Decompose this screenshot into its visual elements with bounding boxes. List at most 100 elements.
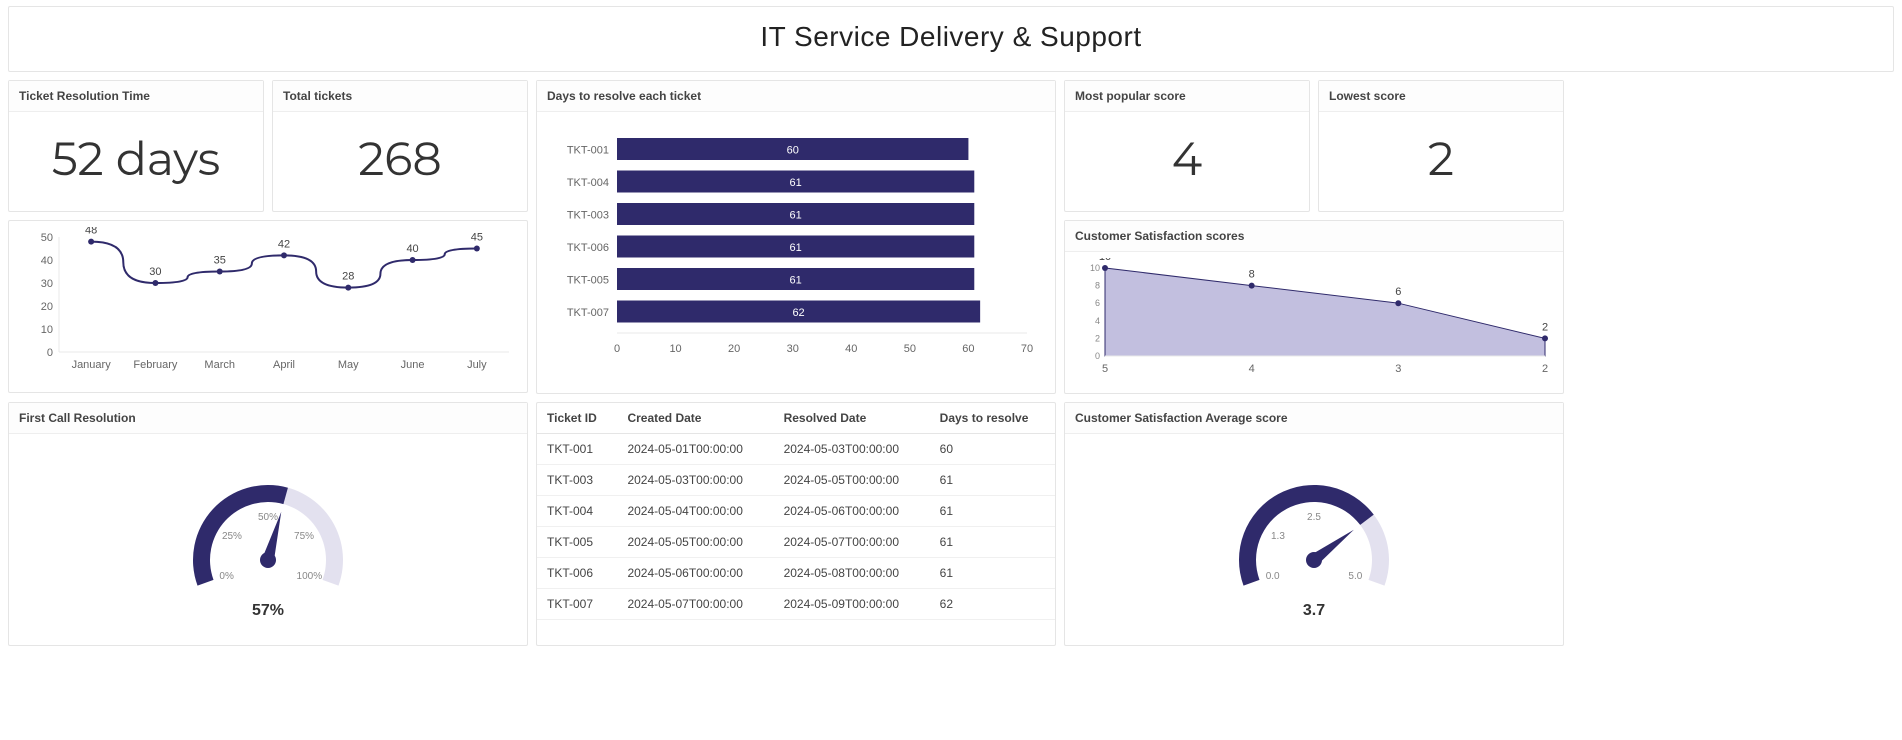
svg-text:28: 28 — [342, 271, 354, 283]
chart-title: Customer Satisfaction Average score — [1065, 403, 1563, 434]
svg-text:2: 2 — [1095, 333, 1100, 343]
table-header: Ticket ID — [537, 403, 617, 434]
chart-satisfaction-area: Customer Satisfaction scores 0 2 4 6 8 1010 5 8… — [1064, 220, 1564, 394]
table-row: TKT-0052024-05-05T00:00:002024-05-07T00:… — [537, 527, 1055, 558]
svg-text:61: 61 — [790, 209, 802, 221]
chart-title: Customer Satisfaction scores — [1065, 221, 1563, 252]
chart-monthly-line: 0 10 20 30 40 50 48 January 30 February 35 March 42 A… — [8, 220, 528, 393]
svg-text:60: 60 — [787, 144, 799, 156]
svg-text:TKT-001: TKT-001 — [567, 144, 609, 156]
svg-text:57%: 57% — [252, 602, 284, 619]
kpi-popular-score: Most popular score 4 — [1064, 80, 1310, 212]
svg-text:0.0: 0.0 — [1266, 571, 1280, 582]
svg-text:42: 42 — [278, 238, 290, 250]
svg-text:20: 20 — [41, 301, 53, 313]
kpi-value: 2 — [1319, 112, 1563, 211]
svg-text:30: 30 — [787, 343, 799, 355]
svg-text:40: 40 — [41, 255, 53, 267]
kpi-value: 4 — [1065, 112, 1309, 211]
svg-text:75%: 75% — [294, 531, 314, 542]
chart-fcr-gauge: First Call Resolution 0% 25% 50% 75% 100% 57% — [8, 402, 528, 646]
svg-text:40: 40 — [406, 243, 418, 255]
table-header: Resolved Date — [774, 403, 930, 434]
svg-text:40: 40 — [845, 343, 857, 355]
svg-text:March: March — [204, 359, 235, 371]
svg-text:3: 3 — [1395, 363, 1401, 375]
table-row: TKT-0012024-05-01T00:00:002024-05-03T00:… — [537, 434, 1055, 465]
svg-text:10: 10 — [1090, 263, 1100, 273]
svg-text:70: 70 — [1021, 343, 1033, 355]
dashboard-grid: Ticket Resolution Time 52 days Total tic… — [8, 80, 1894, 646]
svg-text:May: May — [338, 359, 359, 371]
kpi-title: Lowest score — [1319, 81, 1563, 112]
svg-text:April: April — [273, 359, 295, 371]
svg-text:45: 45 — [471, 232, 483, 244]
table-header: Created Date — [617, 403, 773, 434]
svg-text:61: 61 — [790, 274, 802, 286]
svg-text:50%: 50% — [258, 512, 278, 523]
kpi-title: Ticket Resolution Time — [9, 81, 263, 112]
table-row: TKT-0042024-05-04T00:00:002024-05-06T00:… — [537, 496, 1055, 527]
svg-text:35: 35 — [214, 255, 226, 267]
svg-text:100%: 100% — [297, 571, 323, 582]
svg-text:0: 0 — [614, 343, 620, 355]
svg-text:TKT-007: TKT-007 — [567, 307, 609, 319]
svg-text:TKT-005: TKT-005 — [567, 274, 609, 286]
chart-title: First Call Resolution — [9, 403, 527, 434]
chart-avg-score-gauge: Customer Satisfaction Average score 0.01… — [1064, 402, 1564, 646]
kpi-total-tickets: Total tickets 268 — [272, 80, 528, 212]
table-row: TKT-0072024-05-07T00:00:002024-05-09T00:… — [537, 589, 1055, 620]
svg-text:TKT-004: TKT-004 — [567, 177, 609, 189]
svg-text:June: June — [401, 359, 425, 371]
svg-text:60: 60 — [962, 343, 974, 355]
svg-text:0: 0 — [47, 347, 53, 359]
svg-text:2: 2 — [1542, 363, 1548, 375]
table-row: TKT-0032024-05-03T00:00:002024-05-05T00:… — [537, 465, 1055, 496]
svg-text:TKT-006: TKT-006 — [567, 242, 609, 254]
kpi-resolution-time: Ticket Resolution Time 52 days — [8, 80, 264, 212]
svg-text:50: 50 — [41, 232, 53, 244]
svg-text:20: 20 — [728, 343, 740, 355]
col-left-top: Ticket Resolution Time 52 days Total tic… — [8, 80, 528, 394]
svg-text:6: 6 — [1095, 298, 1100, 308]
svg-text:5.0: 5.0 — [1348, 571, 1362, 582]
chart-days-to-resolve: Days to resolve each ticket TKT-001 60 TKT… — [536, 80, 1056, 394]
svg-text:6: 6 — [1395, 286, 1401, 298]
svg-text:8: 8 — [1249, 269, 1255, 281]
kpi-value: 52 days — [9, 112, 263, 211]
table-header: Days to resolve — [930, 403, 1055, 434]
svg-text:4: 4 — [1095, 316, 1100, 326]
svg-text:62: 62 — [792, 307, 804, 319]
table: Ticket IDCreated DateResolved DateDays t… — [537, 403, 1055, 620]
svg-text:10: 10 — [41, 324, 53, 336]
svg-text:0%: 0% — [219, 571, 234, 582]
svg-text:8: 8 — [1095, 281, 1100, 291]
svg-text:30: 30 — [149, 266, 161, 278]
svg-text:5: 5 — [1102, 363, 1108, 375]
svg-text:0: 0 — [1095, 351, 1100, 361]
svg-text:10: 10 — [669, 343, 681, 355]
kpi-title: Most popular score — [1065, 81, 1309, 112]
svg-text:50: 50 — [904, 343, 916, 355]
svg-text:3.7: 3.7 — [1303, 602, 1325, 619]
svg-text:25%: 25% — [222, 531, 242, 542]
page-title: IT Service Delivery & Support — [8, 6, 1894, 72]
svg-text:TKT-003: TKT-003 — [567, 209, 609, 221]
svg-text:2: 2 — [1542, 321, 1548, 333]
svg-text:48: 48 — [85, 227, 97, 237]
svg-text:61: 61 — [790, 177, 802, 189]
svg-text:30: 30 — [41, 278, 53, 290]
svg-text:February: February — [133, 359, 178, 371]
svg-text:2.5: 2.5 — [1307, 512, 1321, 523]
table-row: TKT-0062024-05-06T00:00:002024-05-08T00:… — [537, 558, 1055, 589]
svg-text:4: 4 — [1249, 363, 1255, 375]
svg-text:10: 10 — [1099, 258, 1111, 263]
kpi-title: Total tickets — [273, 81, 527, 112]
kpi-lowest-score: Lowest score 2 — [1318, 80, 1564, 212]
col-right-top: Most popular score 4 Lowest score 2 Cust… — [1064, 80, 1564, 394]
chart-title: Days to resolve each ticket — [537, 81, 1055, 112]
tickets-table: Ticket IDCreated DateResolved DateDays t… — [536, 402, 1056, 646]
svg-text:61: 61 — [790, 242, 802, 254]
svg-text:July: July — [467, 359, 487, 371]
svg-text:January: January — [72, 359, 112, 371]
